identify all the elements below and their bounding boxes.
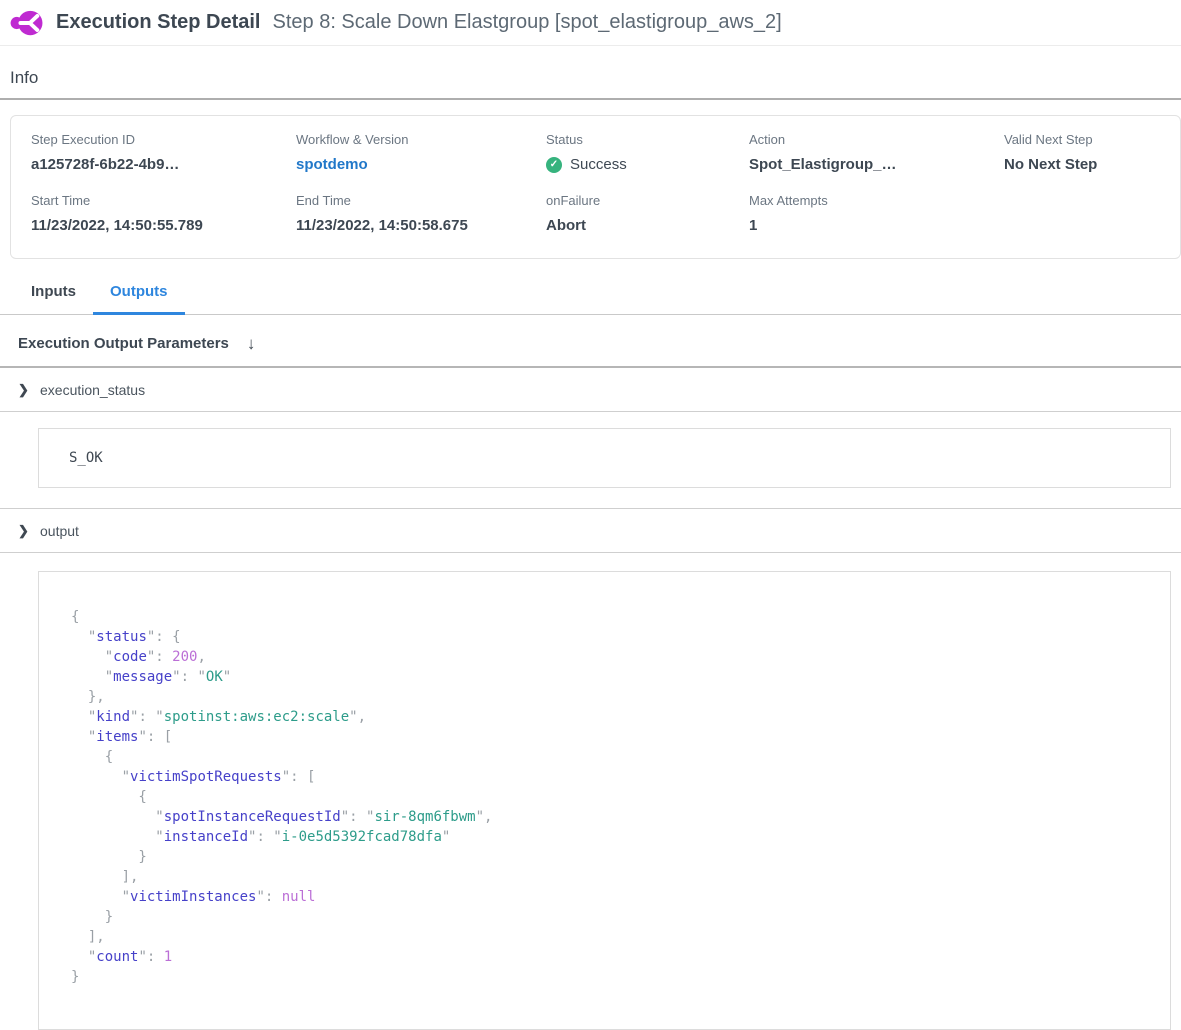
code-line: "kind": "spotinst:aws:ec2:scale", xyxy=(71,707,1170,727)
group-name: execution_status xyxy=(40,382,145,398)
chevron-right-icon[interactable]: ❯ xyxy=(18,382,40,398)
row-divider xyxy=(0,552,1181,553)
field-value: Spot_Elastigroup_… xyxy=(749,156,1004,173)
status-badge: ✓ Success xyxy=(546,156,749,173)
field-value: No Next Step xyxy=(1004,156,1180,173)
execution-status-value: S_OK xyxy=(38,428,1171,488)
code-line: "count": 1 xyxy=(71,947,1170,967)
field-status: Status ✓ Success xyxy=(546,132,749,173)
code-line: "message": "OK" xyxy=(71,667,1170,687)
outputs-section-header: Execution Output Parameters ↓ xyxy=(0,315,1181,366)
workflow-link[interactable]: spotdemo xyxy=(296,156,546,173)
field-label: Step Execution ID xyxy=(31,132,296,147)
code-line: { xyxy=(71,747,1170,767)
info-divider xyxy=(0,98,1181,100)
expander-execution-status[interactable]: ❯ execution_status xyxy=(0,368,1181,411)
code-line: "code": 200, xyxy=(71,647,1170,667)
field-step-execution-id: Step Execution ID a125728f-6b22-4b9… xyxy=(31,132,296,173)
field-action: Action Spot_Elastigroup_… xyxy=(749,132,1004,173)
download-icon[interactable]: ↓ xyxy=(247,335,256,352)
code-line: }, xyxy=(71,687,1170,707)
success-check-icon: ✓ xyxy=(546,157,562,173)
status-text: Success xyxy=(570,156,627,173)
field-value: a125728f-6b22-4b9… xyxy=(31,156,296,173)
field-value: Abort xyxy=(546,217,749,234)
tab-outputs[interactable]: Outputs xyxy=(93,283,185,315)
code-line: ], xyxy=(71,927,1170,947)
code-line: "instanceId": "i-0e5d5392fcad78dfa" xyxy=(71,827,1170,847)
field-label: Status xyxy=(546,132,749,147)
info-card: Step Execution ID a125728f-6b22-4b9… Wor… xyxy=(10,115,1181,259)
outputs-section-title: Execution Output Parameters xyxy=(18,335,229,352)
code-line: "victimSpotRequests": [ xyxy=(71,767,1170,787)
field-workflow-version: Workflow & Version spotdemo xyxy=(296,132,546,173)
tab-bar: Inputs Outputs xyxy=(14,283,1181,315)
field-label: Start Time xyxy=(31,193,296,208)
page-subtitle: Step 8: Scale Down Elastgroup [spot_elas… xyxy=(273,11,782,34)
expander-output[interactable]: ❯ output xyxy=(0,509,1181,552)
field-valid-next-step: Valid Next Step No Next Step xyxy=(1004,132,1180,173)
output-json-code: { "status": { "code": 200, "message": "O… xyxy=(38,571,1171,1030)
code-line: ], xyxy=(71,867,1170,887)
field-start-time: Start Time 11/23/2022, 14:50:55.789 xyxy=(31,193,296,234)
code-line: "victimInstances": null xyxy=(71,887,1170,907)
code-line: } xyxy=(71,847,1170,867)
field-on-failure: onFailure Abort xyxy=(546,193,749,234)
group-name: output xyxy=(40,523,79,539)
code-line: } xyxy=(71,907,1170,927)
field-spacer xyxy=(1004,193,1180,234)
app-logo-icon xyxy=(10,8,44,38)
info-section-title: Info xyxy=(10,68,1181,88)
code-line: "items": [ xyxy=(71,727,1170,747)
row-divider xyxy=(0,411,1181,412)
field-value: 11/23/2022, 14:50:58.675 xyxy=(296,217,546,234)
chevron-right-icon[interactable]: ❯ xyxy=(18,523,40,539)
field-label: Action xyxy=(749,132,1004,147)
field-label: Workflow & Version xyxy=(296,132,546,147)
field-label: Valid Next Step xyxy=(1004,132,1180,147)
header: Execution Step Detail Step 8: Scale Down… xyxy=(0,0,1181,46)
code-line: { xyxy=(71,787,1170,807)
field-value: 1 xyxy=(749,217,1004,234)
code-line: "spotInstanceRequestId": "sir-8qm6fbwm", xyxy=(71,807,1170,827)
field-label: End Time xyxy=(296,193,546,208)
field-max-attempts: Max Attempts 1 xyxy=(749,193,1004,234)
code-line: } xyxy=(71,967,1170,987)
tab-inputs[interactable]: Inputs xyxy=(14,283,93,315)
field-value: 11/23/2022, 14:50:55.789 xyxy=(31,217,296,234)
code-line: "status": { xyxy=(71,627,1170,647)
code-line: { xyxy=(71,607,1170,627)
field-label: onFailure xyxy=(546,193,749,208)
field-label: Max Attempts xyxy=(749,193,1004,208)
page-title: Execution Step Detail xyxy=(56,11,261,34)
field-end-time: End Time 11/23/2022, 14:50:58.675 xyxy=(296,193,546,234)
